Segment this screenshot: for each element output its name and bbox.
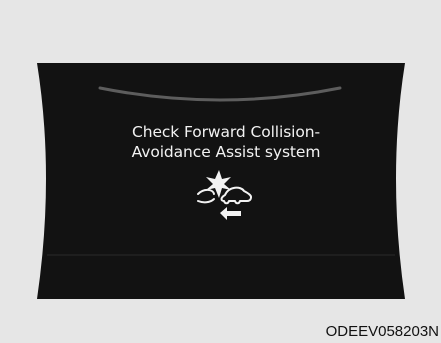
left-arrow-icon [220, 207, 241, 220]
front-car-icon [220, 186, 252, 205]
rear-car-icon [197, 188, 215, 204]
collision-star-icon [206, 170, 231, 198]
page: Check Forward Collision- Avoidance Assis… [0, 0, 441, 343]
figure-code: ODEEV058203N [325, 323, 439, 340]
warning-message: Check Forward Collision- Avoidance Assis… [100, 122, 352, 162]
warning-message-line-1: Check Forward Collision- [132, 123, 320, 141]
warning-message-line-2: Avoidance Assist system [131, 143, 321, 161]
forward-collision-avoidance-warning-icon [197, 170, 252, 220]
